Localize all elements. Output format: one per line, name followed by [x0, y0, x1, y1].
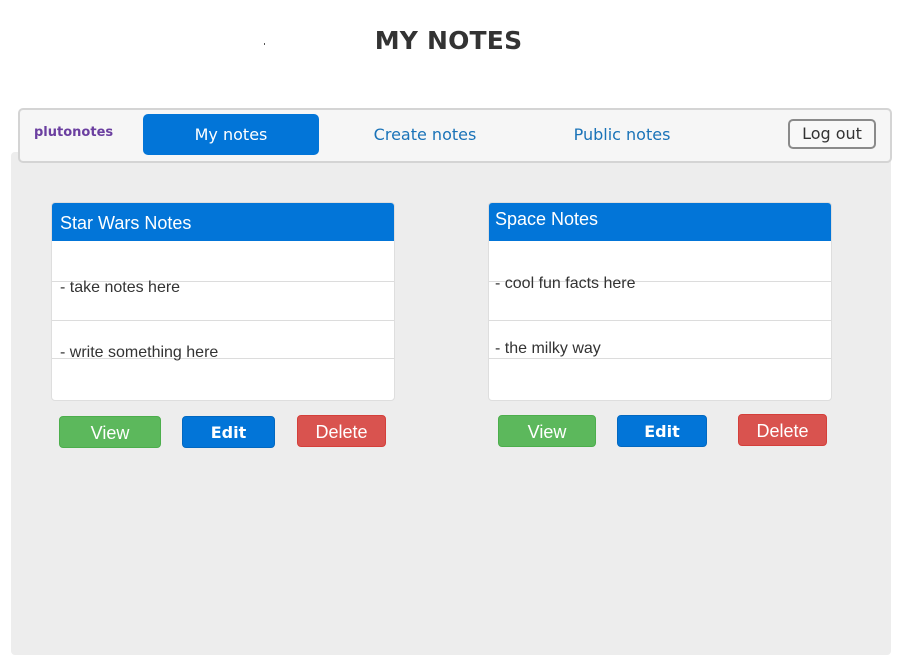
divider: [489, 320, 831, 321]
view-button[interactable]: View: [59, 416, 161, 448]
page: MY NOTES plutonotes My notes Create note…: [0, 0, 912, 661]
logout-button[interactable]: Log out: [788, 119, 876, 149]
navbar: plutonotes My notes Create notes Public …: [18, 108, 892, 163]
delete-button[interactable]: Delete: [297, 415, 386, 447]
edit-button[interactable]: Edit: [617, 415, 707, 447]
note-line: - the milky way: [495, 340, 601, 357]
note-card-title: Star Wars Notes: [52, 203, 394, 241]
note-line: - cool fun facts here: [495, 275, 636, 292]
brand-logo[interactable]: plutonotes: [34, 125, 113, 140]
stray-mark: [264, 43, 265, 45]
note-card: Space Notes - cool fun facts here - the …: [488, 202, 832, 401]
nav-public-notes[interactable]: Public notes: [558, 114, 686, 155]
view-button[interactable]: View: [498, 415, 596, 447]
note-line: - write something here: [60, 344, 219, 361]
edit-button[interactable]: Edit: [182, 416, 275, 448]
note-line: - take notes here: [60, 279, 181, 296]
nav-my-notes[interactable]: My notes: [143, 114, 319, 155]
nav-create-notes[interactable]: Create notes: [360, 114, 490, 155]
note-card-title: Space Notes: [489, 203, 831, 241]
divider: [489, 358, 831, 359]
delete-button[interactable]: Delete: [738, 414, 827, 446]
note-card: Star Wars Notes - take notes here - writ…: [51, 202, 395, 401]
divider: [52, 320, 394, 321]
page-title: MY NOTES: [374, 26, 523, 55]
